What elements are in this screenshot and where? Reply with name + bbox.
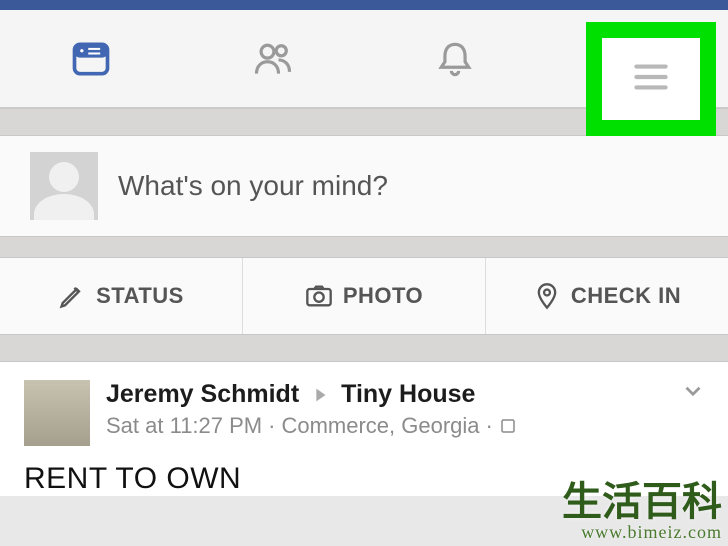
tab-friends[interactable] [182,10,364,107]
watermark-title: 生活百科 [562,481,722,523]
post-title: Jeremy Schmidt Tiny House [106,380,517,409]
news-feed-icon [69,37,113,81]
post-options-button[interactable] [680,378,706,409]
status-label: STATUS [96,283,184,309]
post-target[interactable]: Tiny House [341,380,475,409]
feed-post[interactable]: Jeremy Schmidt Tiny House Sat at 11:27 P… [0,362,728,496]
photo-button[interactable]: PHOTO [242,258,485,334]
post-meta: Sat at 11:27 PM · Commerce, Georgia · [106,413,517,439]
tab-menu[interactable] [626,52,676,107]
tab-notifications[interactable] [364,10,546,107]
status-button[interactable]: STATUS [0,258,242,334]
hamburger-icon [626,52,676,102]
composer-placeholder: What's on your mind? [118,170,388,202]
location-pin-icon [533,282,561,310]
caret-right-icon [309,384,331,406]
audience-icon [499,417,517,435]
divider [0,236,728,258]
profile-avatar[interactable] [30,152,98,220]
post-header: Jeremy Schmidt Tiny House Sat at 11:27 P… [24,380,704,446]
post-timestamp: Sat at 11:27 PM [106,413,262,439]
composer[interactable]: What's on your mind? [0,136,728,236]
tab-news-feed[interactable] [0,10,182,107]
chevron-down-icon [680,378,706,404]
top-nav [0,10,728,108]
post-location: Commerce, Georgia [281,413,479,439]
watermark-url: www.bimeiz.com [562,523,722,542]
status-bar [0,0,728,10]
composer-actions: STATUS PHOTO CHECK IN [0,258,728,334]
friends-icon [251,37,295,81]
divider [0,334,728,362]
photo-label: PHOTO [343,283,423,309]
camera-icon [305,282,333,310]
pencil-icon [58,282,86,310]
menu-highlight [586,22,716,136]
watermark: 生活百科 www.bimeiz.com [562,481,722,542]
checkin-button[interactable]: CHECK IN [485,258,728,334]
bell-icon [433,37,477,81]
checkin-label: CHECK IN [571,283,681,309]
post-thumbnail[interactable] [24,380,90,446]
post-author[interactable]: Jeremy Schmidt [106,380,299,409]
